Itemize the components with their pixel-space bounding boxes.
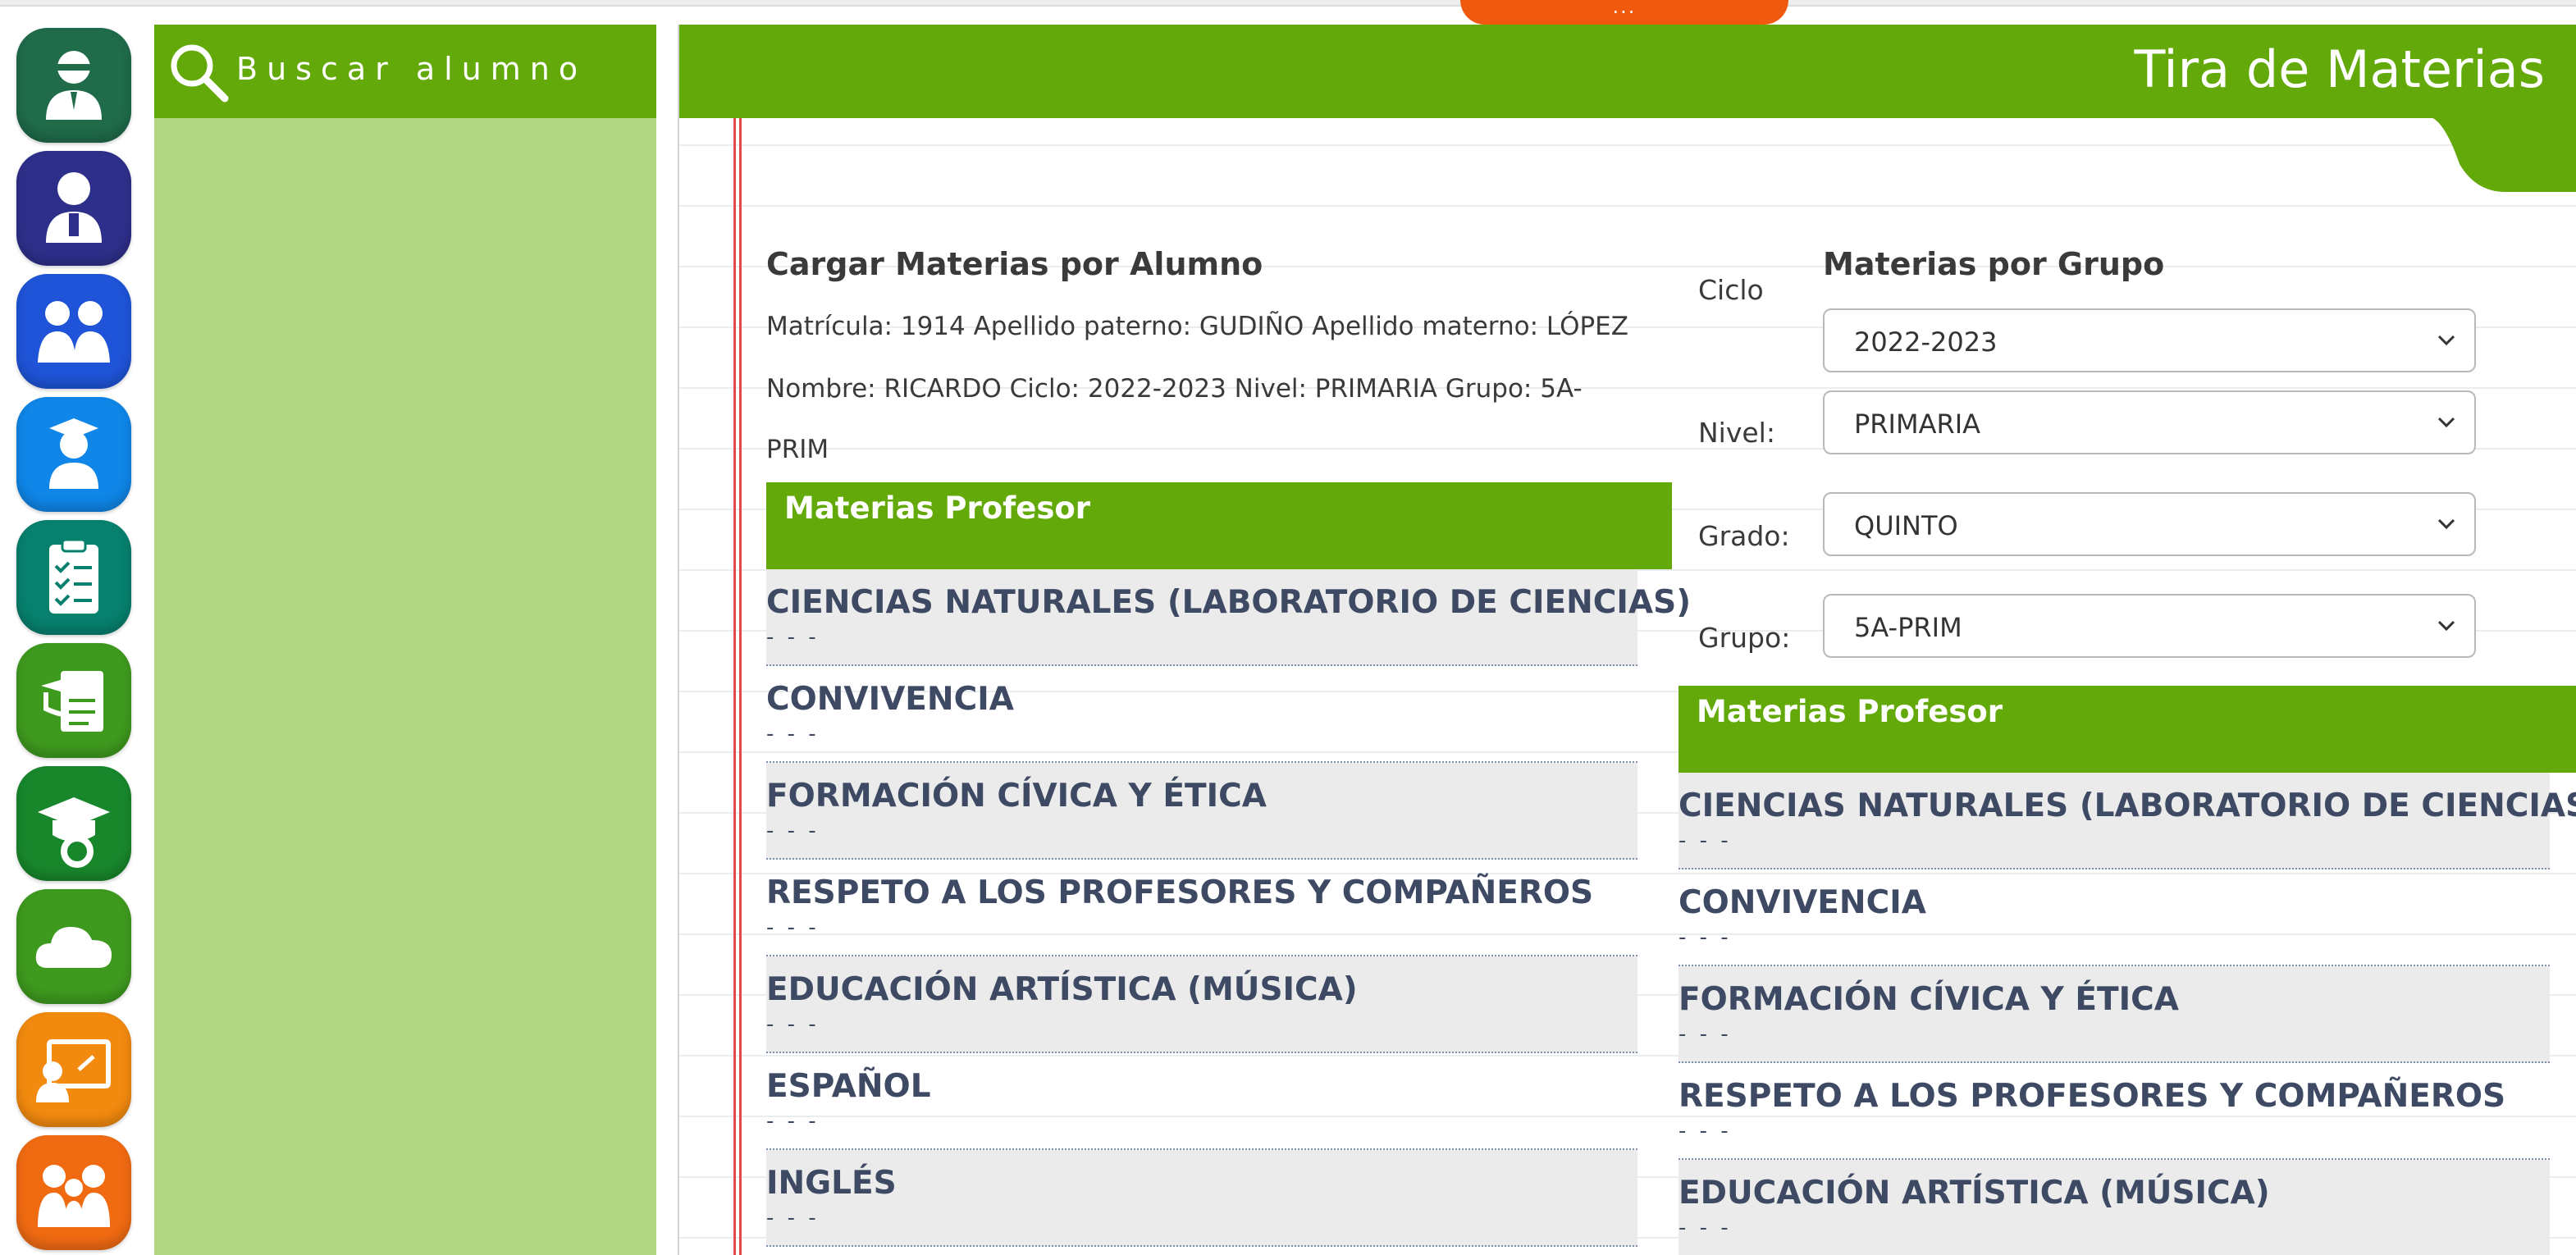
group-section-title: Materias por Grupo: [1823, 246, 2165, 282]
grupo-label: Grupo:: [1698, 622, 1791, 654]
subject-row[interactable]: CONVIVENCIA - - -: [766, 666, 1637, 763]
student-info-line: Nombre: RICARDO Ciclo: 2022-2023 Nivel: …: [766, 374, 1583, 404]
family-icon[interactable]: [16, 1135, 131, 1250]
search-panel: Buscar alumno: [154, 25, 656, 1255]
presentation-icon[interactable]: [16, 1012, 131, 1127]
subject-row[interactable]: CONVIVENCIA - - -: [1679, 869, 2550, 966]
search-bar[interactable]: Buscar alumno: [154, 25, 656, 118]
top-menu-tab[interactable]: ...: [1460, 0, 1788, 25]
ciclo-value: 2022-2023: [1854, 326, 1998, 358]
grupo-value: 5A-PRIM: [1854, 612, 1962, 643]
cloud-icon[interactable]: [16, 889, 131, 1004]
subject-teacher: - - -: [1679, 1022, 1732, 1047]
subject-row[interactable]: FORMACIÓN CÍVICA Y ÉTICA - - -: [1679, 966, 2550, 1063]
student-info-line: PRIM: [766, 435, 829, 464]
documents-icon[interactable]: [16, 643, 131, 758]
nivel-value: PRIMARIA: [1854, 408, 1981, 440]
subject-row[interactable]: CIENCIAS NATURALES (LABORATORIO DE CIENC…: [766, 569, 1691, 666]
chevron-down-icon: [2437, 620, 2455, 632]
grado-select[interactable]: QUINTO: [1823, 492, 2476, 556]
subject-name: FORMACIÓN CÍVICA Y ÉTICA: [1679, 981, 2179, 1018]
student-section-title: Cargar Materias por Alumno: [766, 246, 1263, 282]
subject-name: RESPETO A LOS PROFESORES Y COMPAÑEROS: [1679, 1078, 2506, 1115]
subject-teacher: - - -: [766, 915, 820, 940]
ciclo-label: Ciclo: [1698, 274, 1764, 306]
search-label: Buscar alumno: [236, 51, 587, 87]
subject-name: FORMACIÓN CÍVICA Y ÉTICA: [766, 778, 1267, 815]
title-swoosh: [2427, 116, 2576, 192]
subject-teacher: - - -: [766, 1109, 820, 1134]
subject-row[interactable]: ESPAÑOL - - -: [766, 1053, 1637, 1150]
subject-name: EDUCACIÓN ARTÍSTICA (MÚSICA): [766, 971, 1358, 1008]
subject-name: RESPETO A LOS PROFESORES Y COMPAÑEROS: [766, 874, 1594, 911]
subject-teacher: - - -: [766, 625, 820, 650]
chevron-down-icon: [2437, 518, 2455, 530]
subject-row[interactable]: CIENCIAS NATURALES (LABORATORIO DE CIENC…: [1679, 773, 2576, 869]
subject-name: EDUCACIÓN ARTÍSTICA (MÚSICA): [1679, 1175, 2270, 1212]
subject-teacher: - - -: [766, 722, 820, 746]
nivel-select[interactable]: PRIMARIA: [1823, 390, 2476, 454]
subject-name: CONVIVENCIA: [1679, 884, 1926, 921]
parents-icon[interactable]: [16, 274, 131, 389]
subject-row[interactable]: RESPETO A LOS PROFESORES Y COMPAÑEROS - …: [1679, 1063, 2550, 1160]
grado-label: Grado:: [1698, 520, 1790, 552]
teacher-icon[interactable]: [16, 28, 131, 143]
principal-icon[interactable]: [16, 151, 131, 266]
subject-row[interactable]: EDUCACIÓN ARTÍSTICA (MÚSICA) - - -: [1679, 1160, 2550, 1255]
search-icon: [171, 44, 229, 103]
graduate-icon[interactable]: [16, 397, 131, 512]
subject-row[interactable]: RESPETO A LOS PROFESORES Y COMPAÑEROS - …: [766, 860, 1637, 956]
subject-teacher: - - -: [1679, 1216, 1732, 1240]
subject-teacher: - - -: [766, 819, 820, 843]
subject-name: ESPAÑOL: [766, 1068, 931, 1105]
subject-row[interactable]: EDUCACIÓN ARTÍSTICA (MÚSICA) - - -: [766, 956, 1637, 1053]
chevron-down-icon: [2437, 417, 2455, 428]
student-subjects-header: Materias Profesor: [766, 482, 1672, 569]
subject-teacher: - - -: [766, 1012, 820, 1037]
grado-value: QUINTO: [1854, 510, 1958, 541]
page-title: Tira de Materias: [2134, 39, 2545, 99]
subject-name: CONVIVENCIA: [766, 681, 1014, 718]
subject-row[interactable]: FORMACIÓN CÍVICA Y ÉTICA - - -: [766, 763, 1637, 860]
top-border: [0, 0, 2576, 7]
subject-teacher: - - -: [1679, 1119, 1732, 1143]
chevron-down-icon: [2437, 335, 2455, 346]
graduation-settings-icon[interactable]: [16, 766, 131, 881]
main-content: Tira de Materias Cargar Materias por Alu…: [678, 25, 2576, 1255]
title-bar: Tira de Materias: [679, 25, 2576, 118]
student-info-line: Matrícula: 1914 Apellido paterno: GUDIÑO…: [766, 312, 1628, 341]
notebook-margin: [733, 118, 742, 1255]
subject-teacher: - - -: [1679, 925, 1732, 950]
subject-teacher: - - -: [1679, 828, 1732, 853]
subject-row[interactable]: INGLÉS - - -: [766, 1150, 1637, 1247]
ciclo-select[interactable]: 2022-2023: [1823, 308, 2476, 372]
subject-name: CIENCIAS NATURALES (LABORATORIO DE CIENC…: [766, 584, 1692, 621]
checklist-icon[interactable]: [16, 520, 131, 635]
subject-name: INGLÉS: [766, 1165, 897, 1202]
group-subjects-header: Materias Profesor: [1679, 686, 2576, 773]
subject-name: CIENCIAS NATURALES (LABORATORIO DE CIENC…: [1679, 787, 2576, 824]
subject-teacher: - - -: [766, 1206, 820, 1230]
nivel-label: Nivel:: [1698, 417, 1775, 449]
grupo-select[interactable]: 5A-PRIM: [1823, 594, 2476, 658]
